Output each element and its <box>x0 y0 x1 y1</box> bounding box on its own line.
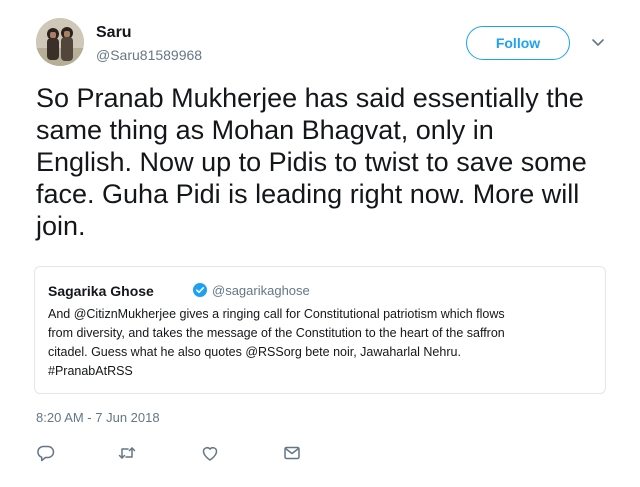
avatar[interactable] <box>36 18 84 66</box>
heart-icon[interactable] <box>200 443 220 463</box>
follow-button[interactable]: Follow <box>466 26 570 60</box>
author-display-name[interactable]: Saru <box>96 24 132 42</box>
quoted-tweet-text: And @CitiznMukherjee gives a ringing cal… <box>48 307 505 378</box>
tweet-timestamp[interactable]: 8:20 AM - 7 Jun 2018 <box>36 410 160 425</box>
tweet-card: Saru @Saru81589968 Follow So Pranab Mukh… <box>0 0 640 487</box>
tweet-text: So Pranab Mukherjee has said essentially… <box>36 83 587 241</box>
author-handle[interactable]: @Saru81589968 <box>96 47 202 63</box>
quoted-author-name: Sagarika Ghose <box>48 283 154 299</box>
quoted-author-handle: @sagarikaghose <box>212 283 310 298</box>
chevron-down-icon[interactable] <box>590 34 606 50</box>
reply-icon[interactable] <box>36 443 56 463</box>
envelope-icon[interactable] <box>282 443 302 463</box>
verified-badge-icon <box>193 283 207 297</box>
retweet-icon[interactable] <box>117 443 137 463</box>
avatar-photo <box>36 18 84 66</box>
quoted-tweet[interactable]: Sagarika Ghose @sagarikaghose And @Citiz… <box>34 266 606 394</box>
